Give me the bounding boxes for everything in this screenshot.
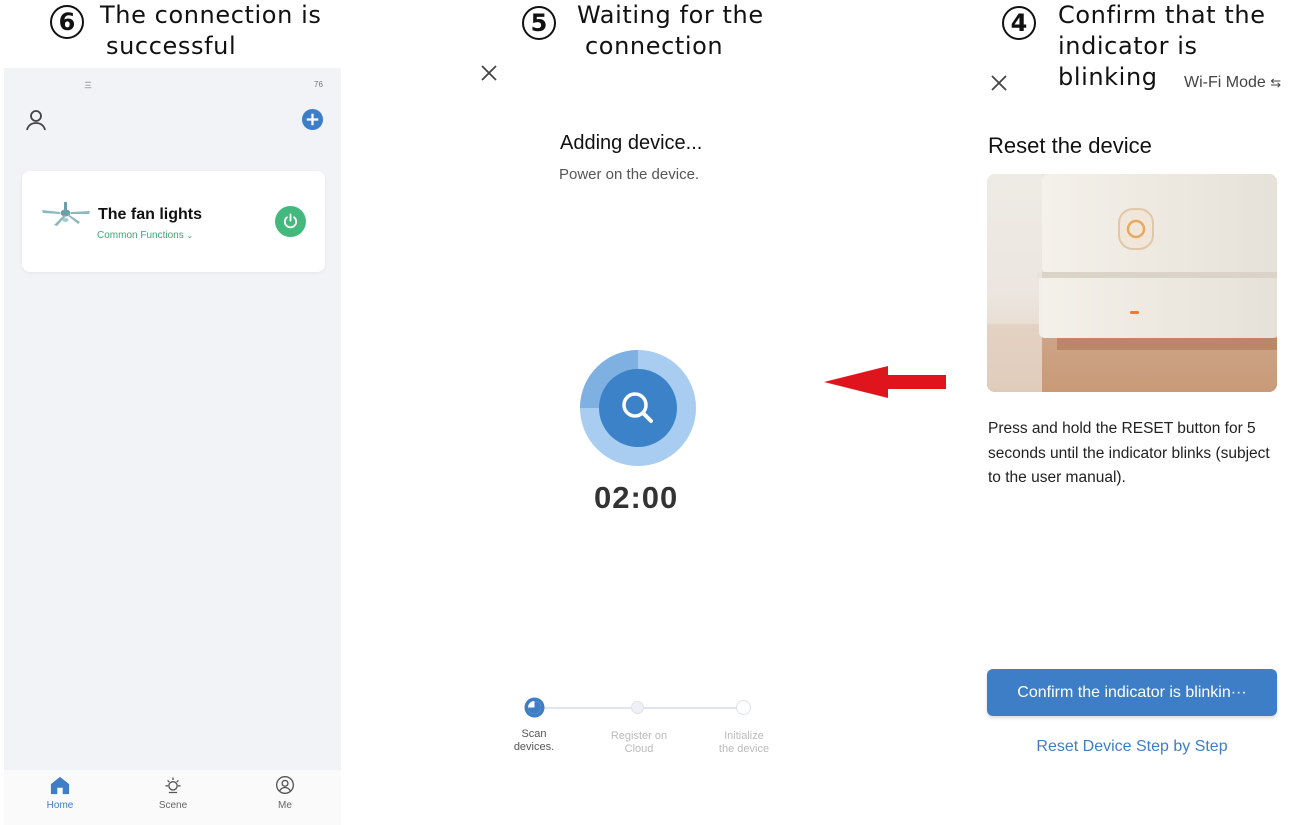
tab-me-label: Me xyxy=(278,800,292,811)
tab-scene[interactable]: Scene xyxy=(143,775,203,811)
reset-step-by-step-link[interactable]: Reset Device Step by Step xyxy=(987,738,1277,756)
step-initialize-label: Initialize the device xyxy=(718,730,770,755)
status-bar-right: 76 xyxy=(314,80,323,89)
confirm-indicator-button[interactable]: Confirm the indicator is blinkin··· xyxy=(987,669,1277,716)
close-icon[interactable] xyxy=(480,64,498,87)
close-icon[interactable] xyxy=(990,74,1008,97)
home-icon xyxy=(30,775,90,800)
step-scan-dot xyxy=(524,697,545,723)
step-register-label: Register on Cloud xyxy=(610,730,668,755)
countdown-timer: 02:00 xyxy=(594,480,679,515)
power-icon xyxy=(283,213,298,229)
wifi-mode-label: Wi-Fi Mode xyxy=(1184,74,1266,91)
step-register-dot xyxy=(631,701,644,714)
common-functions-label: Common Functions xyxy=(97,230,184,241)
device-name: The fan lights xyxy=(98,206,202,223)
wifi-mode-switch[interactable]: Wi-Fi Mode ⇆ xyxy=(1184,74,1281,92)
caption-5-line2: connection xyxy=(585,32,724,60)
step-5-caption: 5 Waiting for the connection xyxy=(522,0,764,62)
adding-device-title: Adding device... xyxy=(560,132,703,154)
reset-instructions: Press and hold the RESET button for 5 se… xyxy=(988,420,1270,486)
common-functions-link[interactable]: Common Functions ⌄ xyxy=(97,230,193,241)
adding-device-subtitle: Power on the device. xyxy=(559,166,700,183)
red-arrow-icon xyxy=(824,366,948,403)
user-circle-icon xyxy=(255,775,315,800)
step-initialize-dot xyxy=(736,700,751,715)
sun-icon xyxy=(143,775,203,800)
searching-spinner xyxy=(580,350,696,471)
power-button[interactable] xyxy=(275,206,306,237)
step-scan-label: Scan devices. xyxy=(513,728,555,753)
step-number-6: 6 xyxy=(50,5,84,39)
swap-arrows-icon: ⇆ xyxy=(1270,75,1282,90)
add-device-icon[interactable] xyxy=(301,108,324,136)
tab-scene-label: Scene xyxy=(158,800,188,811)
caption-5-line1: Waiting for the xyxy=(577,1,764,29)
caption-6-line2: successful xyxy=(106,32,237,60)
caption-4-line1: Confirm that the xyxy=(1058,1,1266,29)
step-number-4: 4 xyxy=(1002,6,1036,40)
tab-home-label: Home xyxy=(46,800,74,811)
device-reset-photo xyxy=(987,174,1277,392)
step-6-caption: 6 The connection is successful xyxy=(50,0,322,62)
ceiling-fan-icon xyxy=(40,200,92,235)
chevron-down-icon: ⌄ xyxy=(186,231,194,240)
tab-home[interactable]: Home xyxy=(30,775,90,811)
profile-icon[interactable] xyxy=(24,108,48,137)
caption-6-line1: The connection is xyxy=(100,1,322,29)
status-bar-left: 三 xyxy=(84,81,92,90)
tab-me[interactable]: Me xyxy=(255,775,315,811)
step-number-5: 5 xyxy=(522,6,556,40)
reset-device-title: Reset the device xyxy=(988,133,1152,158)
